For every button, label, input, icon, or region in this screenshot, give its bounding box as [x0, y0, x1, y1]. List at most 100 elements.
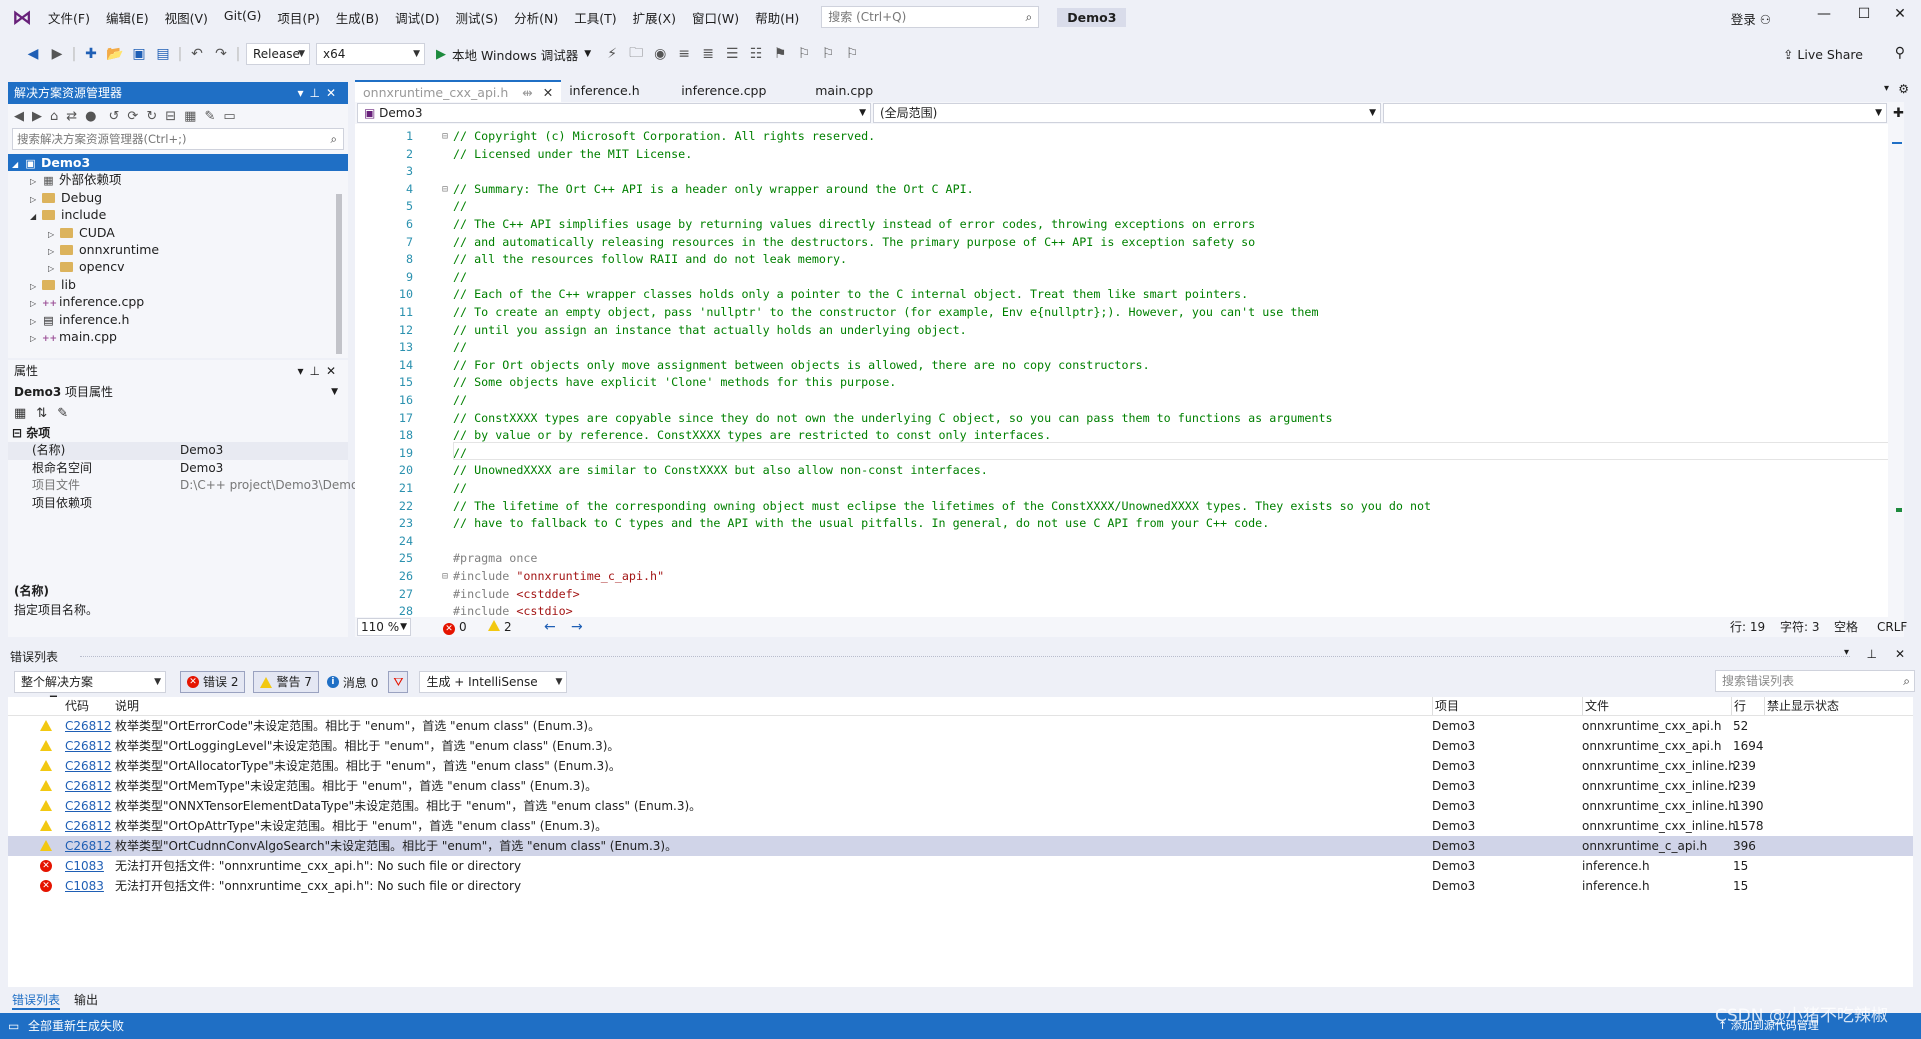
back-icon[interactable]: ◀ — [22, 46, 44, 62]
tree-item-inference-h[interactable]: ▷ ▤ inference.h — [8, 311, 348, 328]
pin-icon[interactable]: ⊥ — [309, 364, 325, 378]
property-row[interactable]: (名称) Demo3 — [8, 442, 348, 460]
tree-item-main-cpp[interactable]: ▷ ++ main.cpp — [8, 328, 348, 345]
column-code[interactable]: 代码 — [65, 697, 89, 715]
scope-nav-dropdown[interactable]: (全局范围) ▼ — [872, 103, 1382, 123]
next-bookmark-icon[interactable]: ⚐ — [817, 46, 839, 62]
forward-icon[interactable]: ▶ — [46, 46, 68, 62]
error-code-link[interactable]: C26812 — [65, 756, 112, 776]
error-code-link[interactable]: C1083 — [65, 856, 104, 876]
properties-object-selector[interactable]: Demo3 项目属性 ▼ — [8, 382, 348, 402]
save-icon[interactable]: ▣ — [128, 46, 150, 62]
error-list-row[interactable]: C26812 枚举类型"OrtMemType"未设定范围。相比于 "enum"，首… — [8, 776, 1913, 796]
tree-scrollbar[interactable] — [336, 194, 342, 354]
error-list-row[interactable]: C26812 枚举类型"OrtLoggingLevel"未设定范围。相比于 "en… — [8, 736, 1913, 756]
bookmark-icon[interactable]: ⚑ — [769, 46, 791, 62]
menu-item[interactable]: 帮助(H) — [747, 8, 807, 27]
line-ending-indicator[interactable]: CRLF — [1877, 617, 1907, 637]
menu-item[interactable]: Git(G) — [216, 8, 270, 27]
scope-dropdown[interactable]: 整个解决方案 ▼ — [14, 671, 166, 693]
close-window-button[interactable]: ✕ — [1885, 6, 1915, 22]
property-row[interactable]: 项目文件 D:\C++ project\Demo3\Demo — [8, 477, 355, 495]
error-code-link[interactable]: C26812 — [65, 716, 112, 736]
error-code-link[interactable]: C26812 — [65, 836, 112, 856]
comment-icon[interactable]: ☰ — [721, 46, 743, 62]
pin-icon[interactable]: ⊥ — [1867, 647, 1877, 661]
dropdown-icon[interactable]: ▾ — [1844, 647, 1849, 658]
tree-item-lib[interactable]: ▷ lib — [8, 276, 348, 293]
code-editor[interactable]: 1 ⊟ // Copyright (c) Microsoft Corporation… — [355, 124, 1904, 617]
save-all-icon[interactable]: ▤ — [152, 46, 174, 62]
filter-toggle-button[interactable]: ⛛ — [388, 671, 409, 693]
pin-tab-icon[interactable]: ⇹ — [522, 85, 532, 100]
error-list-row[interactable]: C26812 枚举类型"OrtOpAttrType"未设定范围。相比于 "enum… — [8, 816, 1913, 836]
folder-icon[interactable]: 🗀 — [625, 42, 647, 66]
sync-icon[interactable]: ⟳ — [127, 109, 138, 124]
tree-item-solution[interactable]: ◢ ▣ Demo3 — [8, 154, 348, 172]
menu-item[interactable]: 编辑(E) — [98, 8, 157, 27]
platform-dropdown[interactable]: x64 ▼ — [316, 43, 425, 65]
tree-item-debug[interactable]: ▷ Debug — [8, 189, 348, 206]
configuration-dropdown[interactable]: Release ▼ — [246, 43, 310, 65]
alphabetical-icon[interactable]: ⇅ — [36, 406, 47, 421]
errors-indicator[interactable]: ✕ 0 — [443, 617, 467, 637]
tab-inference-h[interactable]: inference.h — [561, 80, 673, 102]
history-icon[interactable]: ↺ — [109, 109, 120, 124]
menu-item[interactable]: 窗口(W) — [684, 8, 747, 27]
close-icon[interactable]: ✕ — [1895, 647, 1905, 661]
tree-item-cuda[interactable]: ▷ CUDA — [8, 224, 348, 241]
menu-item[interactable]: 项目(P) — [269, 8, 327, 27]
error-code-link[interactable]: C26812 — [65, 796, 112, 816]
tab-main-cpp[interactable]: main.cpp — [807, 80, 881, 102]
error-code-link[interactable]: C26812 — [65, 736, 112, 756]
collapse-icon[interactable]: ⊟ — [12, 426, 22, 440]
solution-search-input[interactable]: 搜索解决方案资源管理器(Ctrl+;) ⌕ — [12, 128, 344, 150]
column-file[interactable]: 文件 — [1582, 697, 1609, 715]
maximize-button[interactable]: ☐ — [1849, 6, 1879, 22]
tree-item-include[interactable]: ◢ include — [8, 206, 348, 223]
error-code-link[interactable]: C1083 — [65, 876, 104, 896]
tab-inference-cpp[interactable]: inference.cpp — [673, 80, 807, 102]
uncomment-icon[interactable]: ☷ — [745, 46, 767, 62]
previous-issue-icon[interactable]: ← — [544, 617, 556, 637]
editor-vertical-scrollbar[interactable] — [1888, 124, 1904, 617]
member-nav-dropdown[interactable]: ▼ — [1383, 103, 1888, 123]
settings-gear-icon[interactable]: ⚙ — [1898, 82, 1909, 96]
tab-onnxruntime-cxx-api[interactable]: onnxruntime_cxx_api.h ⇹ ✕ — [355, 80, 562, 104]
tree-item-onnxruntime[interactable]: ▷ onnxruntime — [8, 241, 348, 258]
error-list-row[interactable]: ✕ C1083 无法打开包括文件: "onnxruntime_cxx_api.h":… — [8, 856, 1913, 876]
undo-icon[interactable]: ↶ — [186, 46, 208, 62]
live-share-button[interactable]: ⇪ Live Share — [1783, 47, 1863, 62]
errors-filter-button[interactable]: ✕ 错误 2 — [180, 671, 246, 693]
fold-toggle-icon[interactable]: ⊟ — [442, 181, 448, 199]
column-suppression[interactable]: 禁止显示状态 — [1764, 697, 1839, 715]
home-icon[interactable]: ⌂ — [50, 109, 58, 124]
fold-toggle-icon[interactable]: ⊟ — [442, 568, 448, 586]
feedback-icon[interactable]: ⚲ — [1895, 45, 1905, 61]
minimize-button[interactable]: — — [1809, 6, 1839, 22]
next-issue-icon[interactable]: → — [571, 617, 583, 637]
error-list-row[interactable]: C26812 枚举类型"OrtCudnnConvAlgoSearch"未设定范围。… — [8, 836, 1913, 856]
dropdown-icon[interactable]: ▾ — [297, 364, 309, 378]
tab-list-dropdown-icon[interactable]: ▾ — [1884, 83, 1889, 94]
redo-icon[interactable]: ↷ — [210, 46, 232, 62]
property-row[interactable]: 根命名空间 Demo3 — [8, 460, 348, 478]
collapse-all-icon[interactable]: ⊟ — [165, 109, 176, 124]
menu-item[interactable]: 生成(B) — [328, 8, 387, 27]
error-list-row[interactable]: C26812 枚举类型"OrtErrorCode"未设定范围。相比于 "enum"… — [8, 716, 1913, 736]
whitespace-indicator[interactable]: 空格 — [1834, 617, 1858, 637]
attach-icon[interactable]: ⚡ — [601, 46, 623, 62]
split-window-icon[interactable]: ✚ — [1893, 106, 1904, 121]
preview-icon[interactable]: ▭ — [223, 109, 235, 124]
categorized-icon[interactable]: ▦ — [14, 406, 26, 421]
menu-item[interactable]: 文件(F) — [40, 8, 98, 27]
camera-icon[interactable]: ◉ — [649, 46, 671, 62]
menu-item[interactable]: 视图(V) — [157, 8, 216, 27]
zoom-dropdown[interactable]: 110 % ▼ — [357, 618, 411, 636]
warnings-filter-button[interactable]: 警告 7 — [253, 671, 319, 693]
start-debugging-button[interactable]: ▶ 本地 Windows 调试器 ▼ — [436, 45, 591, 64]
prev-bookmark-icon[interactable]: ⚐ — [793, 46, 815, 62]
tree-item-external-deps[interactable]: ▷ ▦ 外部依赖项 — [8, 171, 348, 188]
properties-wrench-icon[interactable]: ✎ — [204, 109, 215, 124]
git-icon[interactable]: ● — [85, 109, 96, 124]
